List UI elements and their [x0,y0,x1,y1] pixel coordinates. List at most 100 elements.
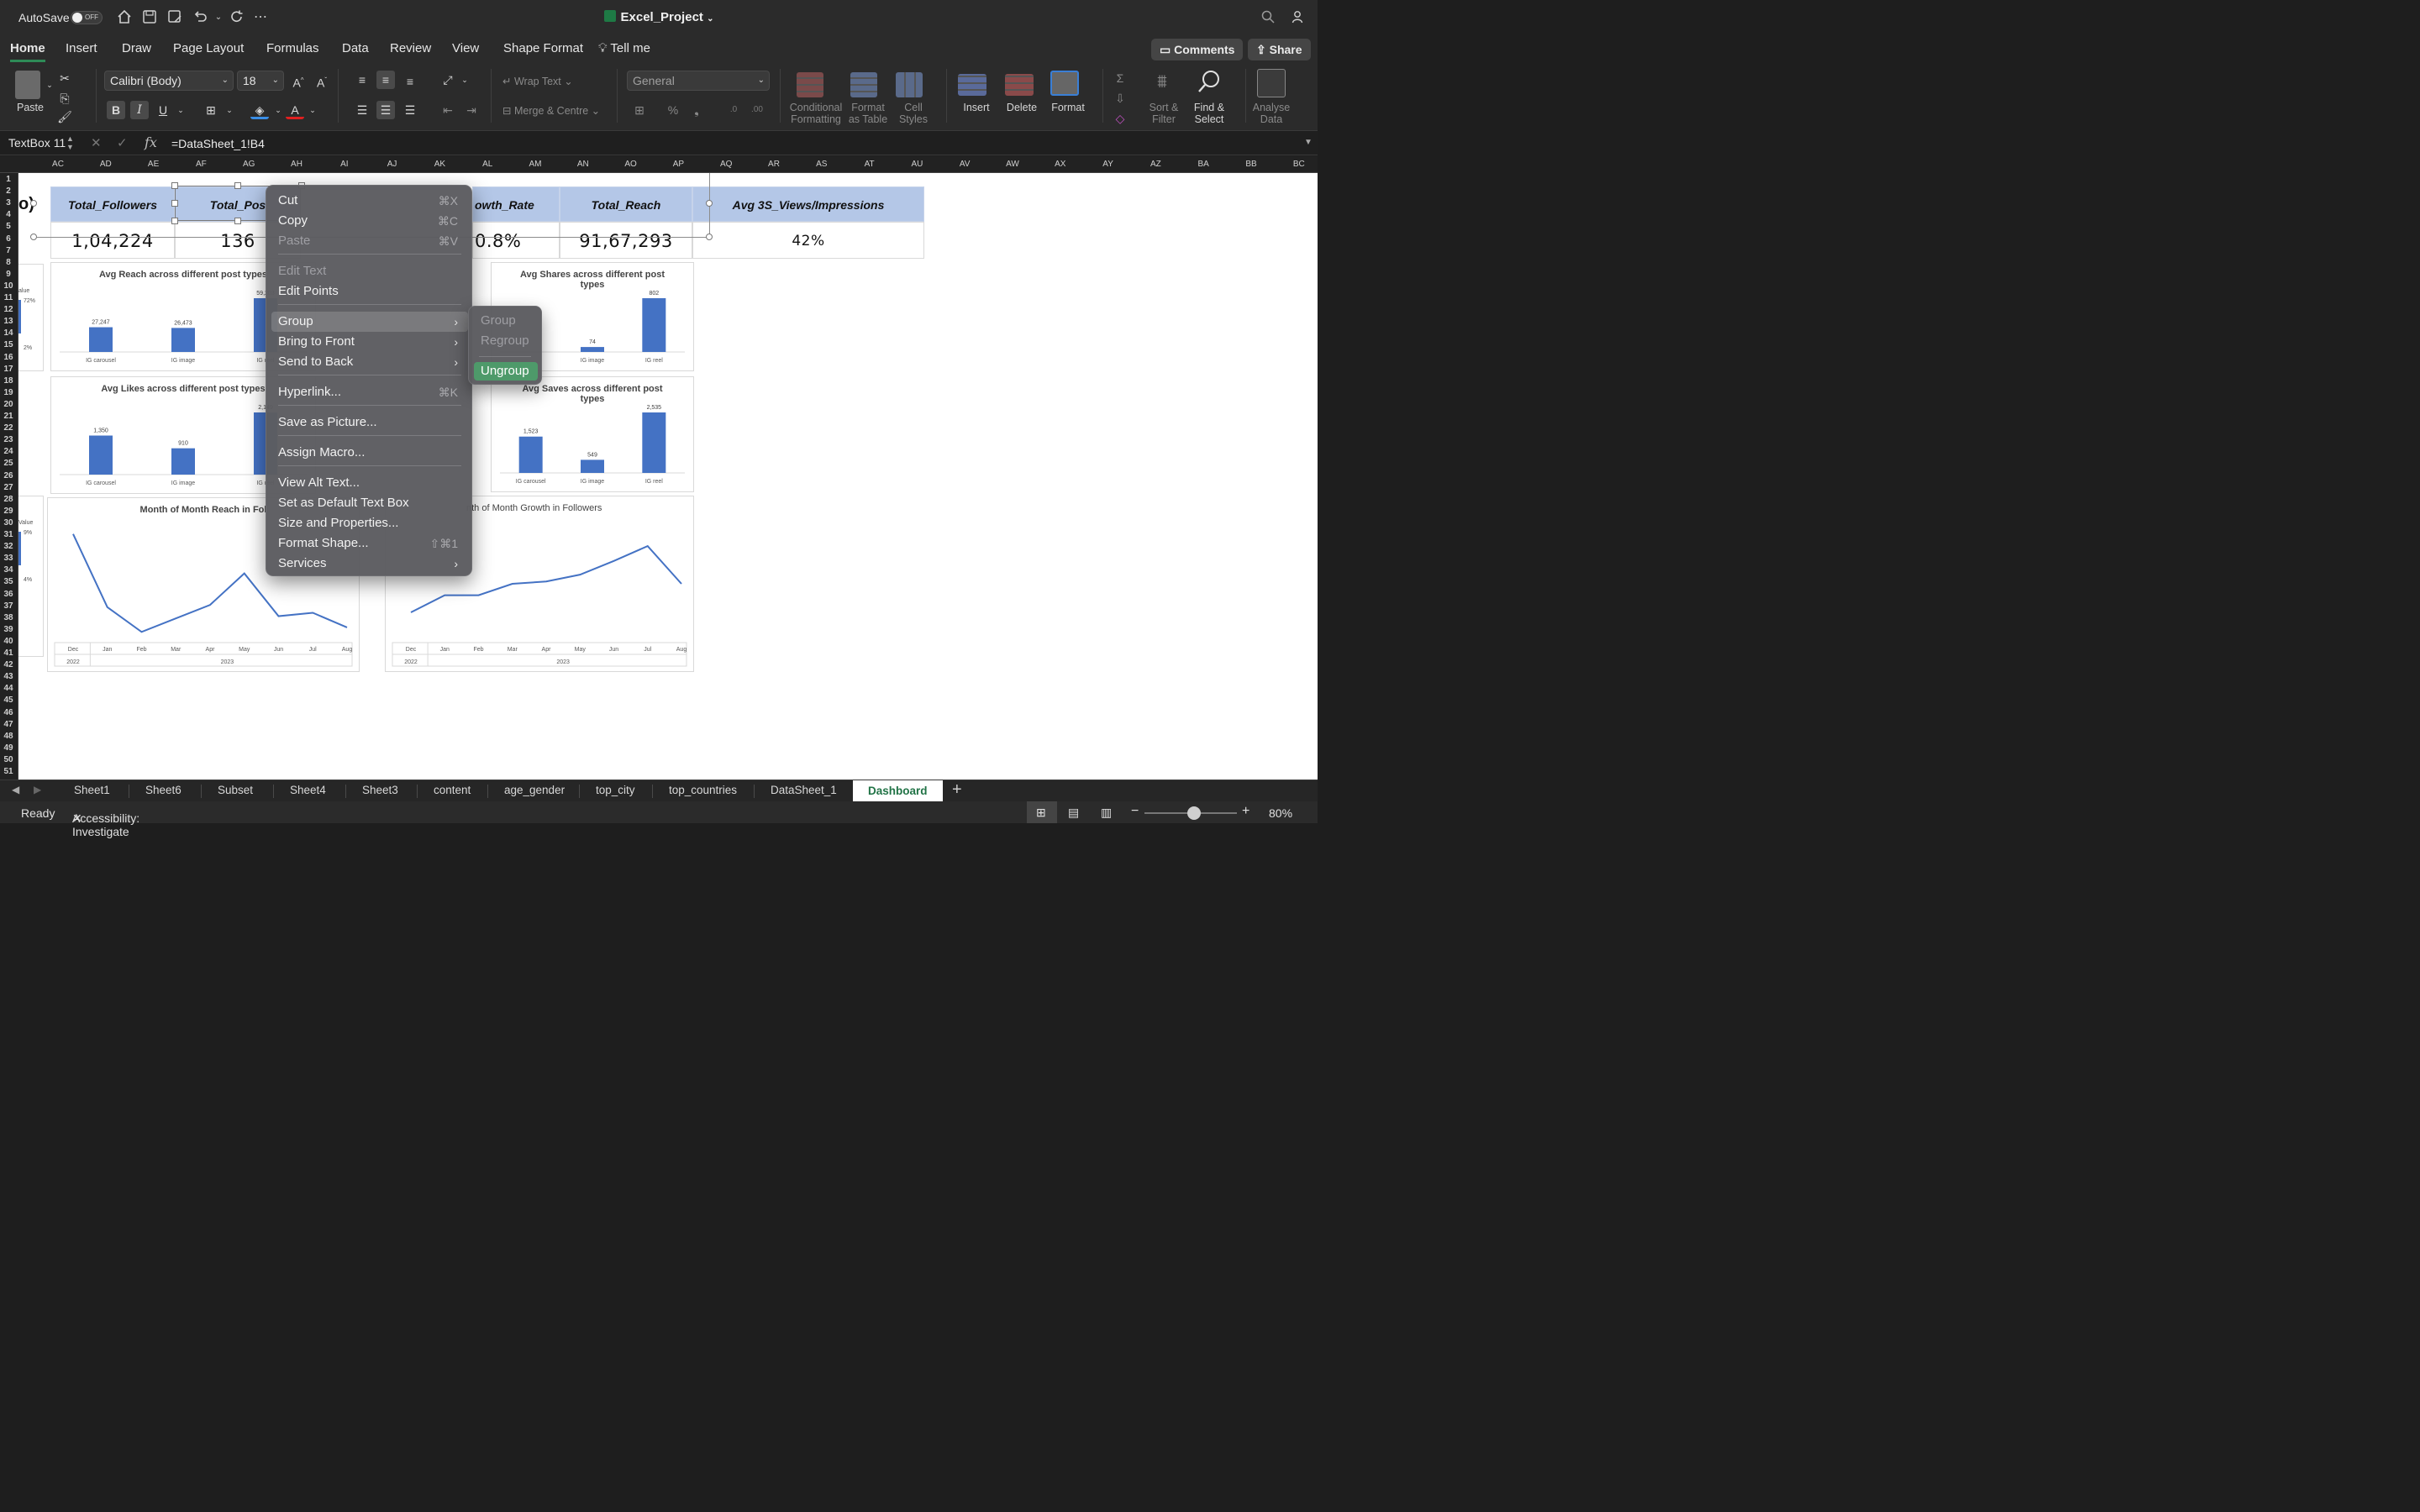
row-header[interactable]: 19 [0,388,17,397]
decrease-decimal-icon[interactable]: .00 [748,101,766,119]
font-color-icon[interactable]: A [286,101,304,119]
column-header[interactable]: AJ [380,160,405,169]
menu-item-edit-text[interactable]: Edit Text [271,261,468,281]
row-header[interactable]: 51 [0,767,17,776]
row-header[interactable]: 22 [0,423,17,433]
row-header[interactable]: 38 [0,613,17,622]
menu-item-paste[interactable]: Paste ⌘V [271,231,468,251]
formula-input[interactable]: =DataSheet_1!B4 [171,137,265,150]
row-header[interactable]: 34 [0,565,17,575]
column-header[interactable]: AC [45,160,71,169]
column-header[interactable]: AU [904,160,929,169]
resize-handle[interactable] [171,182,178,189]
analyse-data-icon[interactable] [1257,69,1286,97]
row-header[interactable]: 42 [0,660,17,669]
sheet-tab-sheet1[interactable]: Sheet1 [74,784,110,796]
menu-item-bring-to-front[interactable]: Bring to Front › [271,332,468,352]
column-header[interactable]: AG [236,160,261,169]
kpi-growth-rate-value[interactable]: 0.8% [472,222,560,259]
tab-review[interactable]: Review [390,41,431,55]
tab-page-layout[interactable]: Page Layout [173,41,244,55]
kpi-total-reach-value[interactable]: 91,67,293 [560,222,692,259]
tab-draw[interactable]: Draw [122,41,151,55]
align-middle-icon[interactable]: ≡ [376,71,395,89]
cell-styles-icon[interactable] [896,72,923,97]
resize-handle[interactable] [171,218,178,224]
submenu-item-ungroup[interactable]: Ungroup [474,362,538,381]
kpi-total-reach-label[interactable]: Total_Reach [560,186,692,222]
kpi-growth-rate-label[interactable]: owth_Rate [472,186,560,222]
analyse-data-label[interactable]: Analyse Data [1250,102,1292,125]
delete-cells-icon[interactable] [1005,74,1034,96]
menu-item-assign-macro[interactable]: Assign Macro... [271,443,468,463]
column-header[interactable]: AY [1096,160,1121,169]
column-header[interactable]: AS [809,160,834,169]
row-header[interactable]: 6 [0,234,17,244]
column-header[interactable]: AQ [713,160,739,169]
row-header[interactable]: 4 [0,210,17,219]
row-header[interactable]: 18 [0,376,17,386]
row-header[interactable]: 1 [0,175,17,184]
kpi-avg-views-label[interactable]: Avg 3S_Views/Impressions [692,186,924,222]
search-icon[interactable] [1260,9,1276,26]
increase-font-icon[interactable]: A^ [289,71,308,90]
column-header[interactable]: AM [523,160,548,169]
row-header[interactable]: 8 [0,258,17,267]
row-header[interactable]: 13 [0,317,17,326]
name-box[interactable]: TextBox 11 [8,136,66,150]
row-header[interactable]: 14 [0,328,17,338]
sheet-tab-content[interactable]: content [434,784,471,796]
format-as-table-label[interactable]: Format as Table [845,102,891,125]
zoom-in-icon[interactable]: + [1242,804,1249,819]
row-header[interactable]: 23 [0,435,17,444]
conditional-formatting-label[interactable]: Conditional Formatting [786,102,845,125]
sheet-tab-datasheet-1[interactable]: DataSheet_1 [771,784,837,796]
partial-chart-left-top[interactable]: alue 72% 2% [18,264,44,371]
orientation-icon[interactable]: ⤢ [439,71,457,89]
wrap-text-button[interactable]: ↵ Wrap Text ⌄ [502,76,573,87]
font-size-select[interactable]: 18 ⌄ [237,71,284,91]
increase-decimal-icon[interactable]: .0 [724,101,743,119]
row-header[interactable]: 47 [0,720,17,729]
row-header[interactable]: 28 [0,495,17,504]
menu-item-view-alt-text[interactable]: View Alt Text... [271,473,468,493]
number-format-select[interactable]: General ⌄ [627,71,770,91]
sheet-tab-dashboard[interactable]: Dashboard [853,780,943,802]
column-header[interactable]: AX [1048,160,1073,169]
row-header[interactable]: 35 [0,577,17,586]
column-header[interactable]: AH [284,160,309,169]
italic-button[interactable]: I [130,101,149,119]
name-box-stepper-icon[interactable]: ▲ ▼ [66,134,74,151]
page-break-view-icon[interactable]: ▥ [1101,806,1112,820]
kpi-total-followers-label[interactable]: Total_Followers [50,186,175,222]
bold-button[interactable]: B [107,101,125,119]
zoom-slider-knob[interactable] [1187,806,1202,820]
sheet-tab-age-gender[interactable]: age_gender [504,784,565,796]
sheet-tab-top-city[interactable]: top_city [596,784,635,796]
column-header[interactable]: AE [141,160,166,169]
row-header[interactable]: 2 [0,186,17,196]
orientation-dropdown-icon[interactable]: ⌄ [455,71,474,89]
menu-item-format-shape[interactable]: Format Shape... ⇧⌘1 [271,533,468,554]
insert-cells-icon[interactable] [958,74,986,96]
autosum-icon[interactable]: Σ [1111,69,1129,87]
chart-avg-saves[interactable]: Avg Saves across different post types 1,5… [491,376,694,492]
partial-chart-left-bottom[interactable]: Value 9% 4% [18,496,44,657]
row-header[interactable]: 50 [0,755,17,764]
column-header[interactable]: BC [1286,160,1312,169]
column-header[interactable]: AL [475,160,500,169]
sheet-tab-top-countries[interactable]: top_countries [669,784,737,796]
row-header[interactable]: 26 [0,471,17,480]
conditional-formatting-icon[interactable] [797,72,823,97]
row-header[interactable]: 30 [0,518,17,528]
delete-cells-label[interactable]: Delete [1003,102,1040,113]
tab-data[interactable]: Data [342,41,369,55]
row-header[interactable]: 31 [0,530,17,539]
resize-handle[interactable] [706,200,713,207]
sheet-tab-sheet3[interactable]: Sheet3 [362,784,398,796]
row-header[interactable]: 44 [0,684,17,693]
row-header[interactable]: 11 [0,293,17,302]
row-header[interactable]: 48 [0,732,17,741]
menu-item-set-as-default-text-box[interactable]: Set as Default Text Box [271,493,468,513]
menu-item-group[interactable]: Group › [271,312,468,332]
